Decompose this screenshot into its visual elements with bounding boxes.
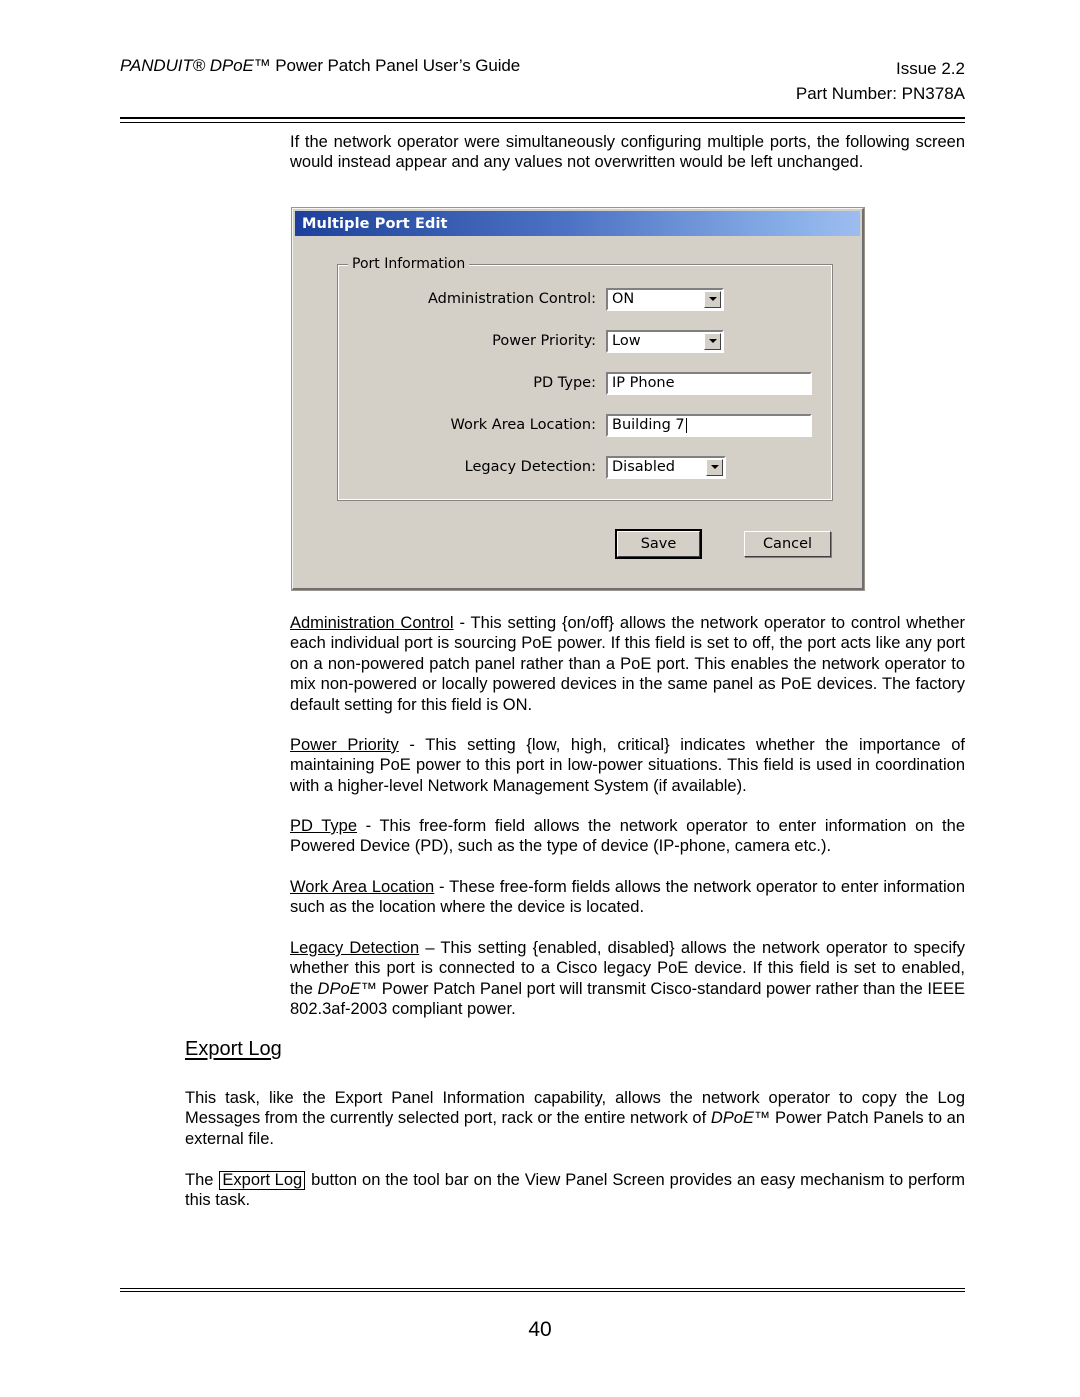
export-log-paragraph-1: This task, like the Export Panel Informa…: [185, 1088, 965, 1149]
port-information-groupbox: Port Information Administration Control:…: [337, 256, 833, 501]
pd-type-input[interactable]: IP Phone: [606, 371, 812, 395]
definition-power-priority: Power Priority - This setting {low, high…: [290, 735, 965, 796]
dialog-body: Port Information Administration Control:…: [295, 236, 860, 586]
header-divider: [120, 117, 965, 123]
chevron-down-icon[interactable]: [706, 458, 723, 476]
header-title-brand: PANDUIT® DPoE™: [120, 56, 271, 75]
dialog-title-bar[interactable]: Multiple Port Edit: [295, 211, 860, 236]
section-heading-export-log: Export Log: [185, 1038, 282, 1060]
definition-body-pd-type: - This free-form field allows the networ…: [290, 817, 965, 856]
power-priority-value: Low: [612, 333, 641, 349]
save-button[interactable]: Save: [615, 529, 702, 559]
header-title-rest: Power Patch Panel User’s Guide: [270, 56, 521, 75]
definition-legacy-detection: Legacy Detection – This setting {enabled…: [290, 938, 965, 1020]
chevron-down-icon[interactable]: [704, 290, 721, 308]
port-information-label: Port Information: [348, 256, 470, 272]
chevron-down-icon[interactable]: [704, 332, 721, 350]
legacy-detection-value: Disabled: [612, 459, 675, 475]
multiple-port-edit-dialog: Multiple Port Edit Port Information Admi…: [292, 208, 864, 590]
intro-paragraph: If the network operator were simultaneou…: [290, 133, 965, 172]
header-issue-block: Issue 2.2 Part Number: PN378A: [796, 56, 965, 106]
label-power-priority: Power Priority:: [492, 333, 596, 349]
field-power-priority: Power Priority: Low: [338, 329, 724, 353]
footer-divider: [120, 1288, 965, 1292]
legacy-detection-part2: Power Patch Panel port will transmit Cis…: [290, 979, 965, 1019]
text-caret: [685, 417, 687, 433]
export-log-button-reference: Export Log: [219, 1171, 306, 1190]
pd-type-value: IP Phone: [612, 375, 675, 391]
definition-administration-control: Administration Control - This setting {o…: [290, 613, 965, 715]
administration-control-combo[interactable]: ON: [606, 287, 724, 311]
label-administration-control: Administration Control:: [427, 291, 596, 307]
administration-control-value: ON: [612, 291, 635, 307]
header-issue: Issue 2.2: [896, 59, 965, 78]
term-power-priority: Power Priority: [290, 736, 399, 754]
page-number: 40: [528, 1318, 552, 1341]
legacy-detection-brand: DPoE™: [317, 979, 378, 998]
power-priority-combo[interactable]: Low: [606, 329, 724, 353]
page-header: PANDUIT® DPoE™ Power Patch Panel User’s …: [120, 56, 965, 112]
term-legacy-detection: Legacy Detection: [290, 939, 420, 957]
export-log-p2-part1: The: [185, 1171, 219, 1189]
term-administration-control: Administration Control: [290, 614, 454, 632]
header-part-number: Part Number: PN378A: [795, 84, 965, 103]
label-pd-type: PD Type:: [533, 375, 596, 391]
work-area-location-value: Building 7: [612, 417, 685, 433]
term-pd-type: PD Type: [290, 817, 358, 835]
export-log-p1-brand: DPoE™: [710, 1109, 771, 1128]
work-area-location-input[interactable]: Building 7: [606, 413, 812, 437]
field-legacy-detection: Legacy Detection: Disabled: [338, 455, 726, 479]
dialog-title: Multiple Port Edit: [302, 215, 448, 232]
export-log-paragraph-2: The Export Log button on the tool bar on…: [185, 1170, 965, 1211]
cancel-button[interactable]: Cancel: [744, 531, 831, 557]
definition-pd-type: PD Type - This free-form field allows th…: [290, 816, 965, 857]
definition-work-area-location: Work Area Location - These free-form fie…: [290, 877, 965, 918]
header-document-title: PANDUIT® DPoE™ Power Patch Panel User’s …: [120, 56, 520, 76]
label-work-area-location: Work Area Location:: [450, 417, 596, 433]
term-work-area-location: Work Area Location: [290, 878, 435, 896]
legacy-detection-combo[interactable]: Disabled: [606, 455, 726, 479]
field-pd-type: PD Type: IP Phone: [338, 371, 812, 395]
label-legacy-detection: Legacy Detection:: [464, 459, 596, 475]
field-administration-control: Administration Control: ON: [338, 287, 724, 311]
field-work-area-location: Work Area Location: Building 7: [338, 413, 812, 437]
